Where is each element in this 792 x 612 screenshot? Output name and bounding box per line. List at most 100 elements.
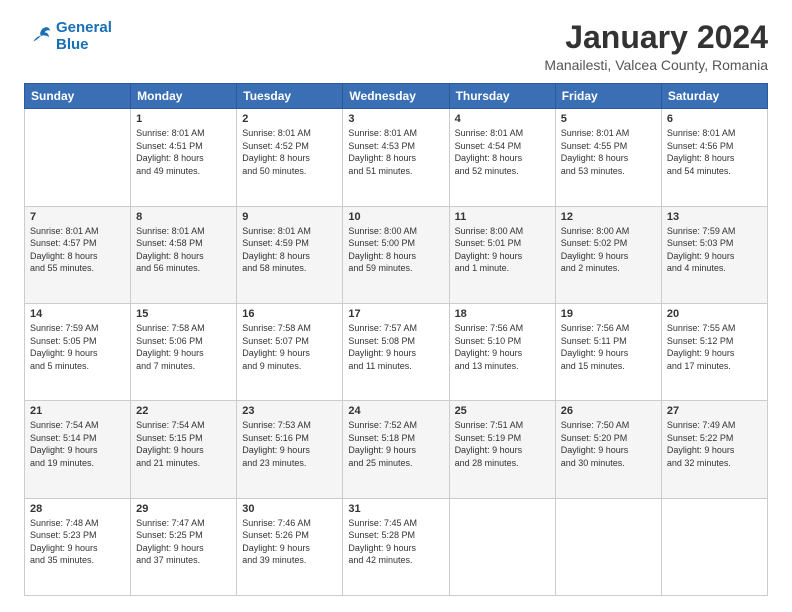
week-row-2: 14 Sunrise: 7:59 AM Sunset: 5:05 PM Dayli… [25,303,768,400]
day-cell: 28 Sunrise: 7:48 AM Sunset: 5:23 PM Dayli… [25,498,131,595]
day-cell: 24Sunrise: 7:52 AM Sunset: 5:18 PM Dayli… [343,401,449,498]
day-cell [555,498,661,595]
day-info: Sunrise: 7:56 AM Sunset: 5:11 PM Dayligh… [561,322,656,372]
day-number: 28 [30,503,125,515]
day-info: Sunrise: 7:58 AM Sunset: 5:06 PM Dayligh… [136,322,231,372]
day-cell: 9 Sunrise: 8:01 AM Sunset: 4:59 PM Daylig… [237,206,343,303]
day-number: 18 [455,308,550,320]
day-info: Sunrise: 8:00 AM Sunset: 5:00 PM Dayligh… [348,225,443,275]
day-info: Sunrise: 8:01 AM Sunset: 4:56 PM Dayligh… [667,127,762,177]
day-info: Sunrise: 7:54 AM Sunset: 5:15 PM Dayligh… [136,419,231,469]
day-number: 14 [30,308,125,320]
day-number: 25 [455,405,550,417]
day-info: Sunrise: 7:54 AM Sunset: 5:14 PM Dayligh… [30,419,125,469]
day-number: 7 [30,211,125,223]
day-number: 26 [561,405,656,417]
day-info: Sunrise: 7:53 AM Sunset: 5:16 PM Dayligh… [242,419,337,469]
header-cell-saturday: Saturday [661,84,767,109]
day-cell: 4 Sunrise: 8:01 AM Sunset: 4:54 PM Daylig… [449,109,555,206]
day-number: 30 [242,503,337,515]
day-number: 23 [242,405,337,417]
calendar-header: SundayMondayTuesdayWednesdayThursdayFrid… [25,84,768,109]
day-number: 8 [136,211,231,223]
day-info: Sunrise: 8:01 AM Sunset: 4:55 PM Dayligh… [561,127,656,177]
day-info: Sunrise: 7:55 AM Sunset: 5:12 PM Dayligh… [667,322,762,372]
day-number: 21 [30,405,125,417]
week-row-3: 21 Sunrise: 7:54 AM Sunset: 5:14 PM Dayli… [25,401,768,498]
day-cell: 12Sunrise: 8:00 AM Sunset: 5:02 PM Dayli… [555,206,661,303]
day-cell [25,109,131,206]
day-number: 31 [348,503,443,515]
day-info: Sunrise: 8:01 AM Sunset: 4:52 PM Dayligh… [242,127,337,177]
header-row: SundayMondayTuesdayWednesdayThursdayFrid… [25,84,768,109]
day-info: Sunrise: 7:49 AM Sunset: 5:22 PM Dayligh… [667,419,762,469]
day-cell: 27Sunrise: 7:49 AM Sunset: 5:22 PM Dayli… [661,401,767,498]
day-cell: 13Sunrise: 7:59 AM Sunset: 5:03 PM Dayli… [661,206,767,303]
calendar-table: SundayMondayTuesdayWednesdayThursdayFrid… [24,83,768,596]
logo-icon [24,23,52,51]
day-cell: 22 Sunrise: 7:54 AM Sunset: 5:15 PM Dayli… [131,401,237,498]
day-info: Sunrise: 7:52 AM Sunset: 5:18 PM Dayligh… [348,419,443,469]
day-number: 17 [348,308,443,320]
day-info: Sunrise: 7:47 AM Sunset: 5:25 PM Dayligh… [136,517,231,567]
day-cell [449,498,555,595]
day-cell: 3Sunrise: 8:01 AM Sunset: 4:53 PM Daylig… [343,109,449,206]
day-cell: 1Sunrise: 8:01 AM Sunset: 4:51 PM Daylig… [131,109,237,206]
day-cell: 19 Sunrise: 7:56 AM Sunset: 5:11 PM Dayli… [555,303,661,400]
day-cell: 18Sunrise: 7:56 AM Sunset: 5:10 PM Dayli… [449,303,555,400]
day-info: Sunrise: 7:59 AM Sunset: 5:05 PM Dayligh… [30,322,125,372]
day-number: 20 [667,308,762,320]
day-cell: 17 Sunrise: 7:57 AM Sunset: 5:08 PM Dayli… [343,303,449,400]
day-info: Sunrise: 8:00 AM Sunset: 5:02 PM Dayligh… [561,225,656,275]
day-cell: 26Sunrise: 7:50 AM Sunset: 5:20 PM Dayli… [555,401,661,498]
day-cell: 14 Sunrise: 7:59 AM Sunset: 5:05 PM Dayli… [25,303,131,400]
day-info: Sunrise: 7:51 AM Sunset: 5:19 PM Dayligh… [455,419,550,469]
day-info: Sunrise: 7:59 AM Sunset: 5:03 PM Dayligh… [667,225,762,275]
day-info: Sunrise: 8:01 AM Sunset: 4:59 PM Dayligh… [242,225,337,275]
header-cell-wednesday: Wednesday [343,84,449,109]
day-number: 2 [242,113,337,125]
header-cell-monday: Monday [131,84,237,109]
day-number: 5 [561,113,656,125]
week-row-1: 7 Sunrise: 8:01 AM Sunset: 4:57 PM Daylig… [25,206,768,303]
day-cell: 2 Sunrise: 8:01 AM Sunset: 4:52 PM Daylig… [237,109,343,206]
day-info: Sunrise: 7:48 AM Sunset: 5:23 PM Dayligh… [30,517,125,567]
day-info: Sunrise: 7:45 AM Sunset: 5:28 PM Dayligh… [348,517,443,567]
logo-text: General Blue [56,20,112,53]
day-number: 9 [242,211,337,223]
day-cell: 21 Sunrise: 7:54 AM Sunset: 5:14 PM Dayli… [25,401,131,498]
day-cell: 5 Sunrise: 8:01 AM Sunset: 4:55 PM Daylig… [555,109,661,206]
day-cell: 31 Sunrise: 7:45 AM Sunset: 5:28 PM Dayli… [343,498,449,595]
header: General Blue January 2024 Manailesti, Va… [24,20,768,73]
day-cell: 6Sunrise: 8:01 AM Sunset: 4:56 PM Daylig… [661,109,767,206]
day-number: 3 [348,113,443,125]
day-cell: 15 Sunrise: 7:58 AM Sunset: 5:06 PM Dayli… [131,303,237,400]
day-cell: 10 Sunrise: 8:00 AM Sunset: 5:00 PM Dayli… [343,206,449,303]
calendar-body: 1Sunrise: 8:01 AM Sunset: 4:51 PM Daylig… [25,109,768,596]
day-number: 22 [136,405,231,417]
day-cell: 23 Sunrise: 7:53 AM Sunset: 5:16 PM Dayli… [237,401,343,498]
day-number: 19 [561,308,656,320]
header-cell-friday: Friday [555,84,661,109]
header-cell-sunday: Sunday [25,84,131,109]
day-cell: 7 Sunrise: 8:01 AM Sunset: 4:57 PM Daylig… [25,206,131,303]
day-number: 11 [455,211,550,223]
day-info: Sunrise: 8:01 AM Sunset: 4:51 PM Dayligh… [136,127,231,177]
day-info: Sunrise: 8:01 AM Sunset: 4:58 PM Dayligh… [136,225,231,275]
day-number: 10 [348,211,443,223]
logo: General Blue [24,20,112,53]
location: Manailesti, Valcea County, Romania [544,57,768,73]
day-info: Sunrise: 7:46 AM Sunset: 5:26 PM Dayligh… [242,517,337,567]
day-info: Sunrise: 7:58 AM Sunset: 5:07 PM Dayligh… [242,322,337,372]
day-number: 16 [242,308,337,320]
day-info: Sunrise: 8:01 AM Sunset: 4:57 PM Dayligh… [30,225,125,275]
day-info: Sunrise: 8:01 AM Sunset: 4:54 PM Dayligh… [455,127,550,177]
day-number: 15 [136,308,231,320]
day-cell: 16 Sunrise: 7:58 AM Sunset: 5:07 PM Dayli… [237,303,343,400]
title-block: January 2024 Manailesti, Valcea County, … [544,20,768,73]
month-title: January 2024 [544,20,768,55]
day-number: 4 [455,113,550,125]
day-cell: 20 Sunrise: 7:55 AM Sunset: 5:12 PM Dayli… [661,303,767,400]
day-cell [661,498,767,595]
day-info: Sunrise: 7:57 AM Sunset: 5:08 PM Dayligh… [348,322,443,372]
